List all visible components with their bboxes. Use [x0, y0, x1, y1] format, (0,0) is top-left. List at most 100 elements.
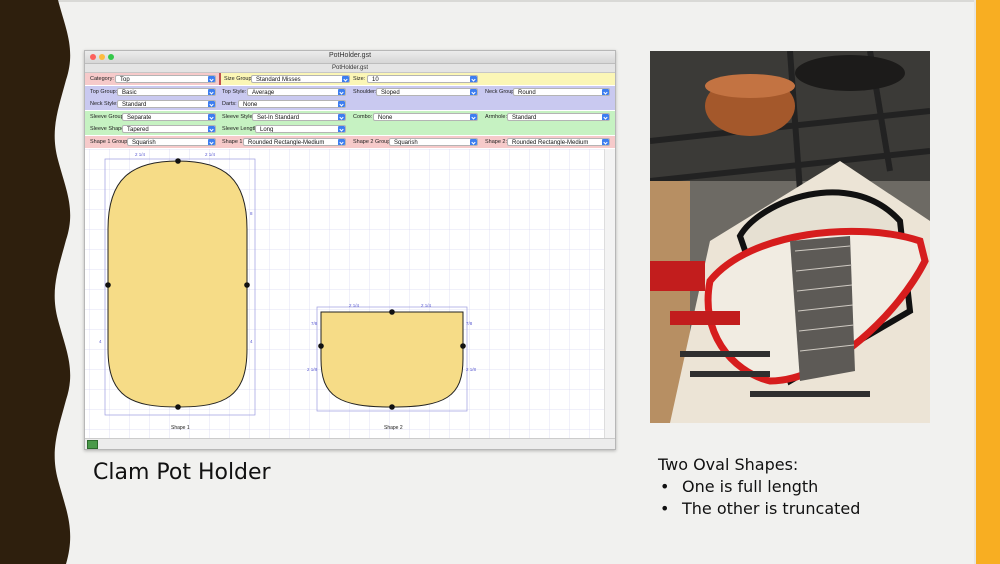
combo-value: None — [378, 115, 393, 121]
neck-group-label: Neck Group: — [485, 89, 516, 95]
chevron-down-icon — [470, 114, 477, 120]
size-group-select[interactable]: Standard Misses — [251, 75, 350, 83]
shape1-select[interactable]: Rounded Rectangle-Medium — [243, 138, 346, 146]
sleeve-length-label: Sleeve Length: — [222, 126, 259, 132]
shape2-group-select[interactable]: Squarish — [389, 138, 478, 146]
horizontal-scrollbar[interactable] — [85, 438, 615, 449]
chevron-down-icon — [338, 139, 345, 145]
shape1-label: Shape 1: — [222, 139, 245, 145]
control-point[interactable] — [175, 158, 181, 164]
armhole-select[interactable]: Standard — [507, 113, 610, 121]
chevron-down-icon — [208, 139, 215, 145]
size-value: 10 — [372, 77, 379, 83]
armhole-label: Armhole: — [485, 114, 508, 120]
chevron-down-icon — [602, 139, 609, 145]
top-group-select[interactable]: Basic — [117, 88, 216, 96]
neck-group-select[interactable]: Round — [513, 88, 610, 96]
size-group-label: Size Group: — [224, 76, 254, 82]
sleeve-group-select[interactable]: Separate — [122, 113, 216, 121]
top-rule — [0, 0, 1000, 2]
document-tab[interactable]: PotHolder.gst — [85, 64, 615, 72]
shape2-group-label: Shape 2 Group: — [353, 139, 392, 145]
dim-label: 2 1/4 — [349, 303, 360, 308]
chevron-down-icon — [208, 76, 215, 82]
sleeve-style-value: Set-In Standard — [257, 115, 300, 121]
chevron-down-icon — [602, 89, 609, 95]
shape1-group-value: Squarish — [132, 140, 156, 146]
row-sleeve-group: Sleeve Group: Separate Sleeve Style: Set… — [85, 111, 615, 123]
slide-notes: Two Oval Shapes: One is full length The … — [658, 454, 860, 520]
pattern-canvas[interactable]: 2 1/4 2 1/4 8 4 4 2 1/4 2 1/4 7/8 7/8 2 … — [85, 149, 605, 439]
control-point[interactable] — [460, 343, 466, 349]
chevron-down-icon — [208, 126, 215, 132]
tab-bar: PotHolder.gst — [85, 64, 615, 73]
control-point[interactable] — [105, 282, 111, 288]
dim-label: 4 — [250, 339, 253, 344]
dim-label: 7/8 — [466, 321, 473, 326]
top-style-select[interactable]: Average — [247, 88, 346, 96]
shape1-group-label: Shape 1 Group: — [90, 139, 129, 145]
control-point[interactable] — [318, 343, 324, 349]
chevron-down-icon — [338, 101, 345, 107]
size-select[interactable]: 10 — [367, 75, 478, 83]
shoulder-value: Sloped — [381, 90, 400, 96]
shape1-caption: Shape 1 — [171, 425, 190, 431]
vertical-scrollbar[interactable] — [604, 149, 615, 439]
neck-group-value: Round — [518, 90, 536, 96]
sleeve-shape-select[interactable]: Tapered — [122, 125, 216, 133]
sleeve-shape-label: Sleeve Shape: — [90, 126, 126, 132]
size-label: Size: — [353, 76, 366, 82]
window-titlebar[interactable]: PotHolder.gst — [85, 51, 615, 64]
notes-heading: Two Oval Shapes: — [658, 455, 799, 474]
sleeve-group-label: Sleeve Group: — [90, 114, 126, 120]
dim-label: 2 1/4 — [205, 152, 216, 157]
size-group-value: Standard Misses — [256, 77, 301, 83]
neck-style-value: Standard — [122, 102, 147, 108]
neck-style-select[interactable]: Standard — [117, 100, 216, 108]
row-shapes: Shape 1 Group: Squarish Shape 1: Rounded… — [85, 136, 615, 148]
row-category: Category: Top Size Group: Standard Misse… — [85, 73, 615, 85]
shoulder-label: Shoulder: — [353, 89, 377, 95]
chevron-down-icon — [338, 89, 345, 95]
darts-value: None — [243, 102, 258, 108]
control-point[interactable] — [244, 282, 250, 288]
top-group-label: Top Group: — [90, 89, 118, 95]
shoulder-select[interactable]: Sloped — [376, 88, 478, 96]
top-style-value: Average — [252, 90, 275, 96]
dim-label: 2 1/4 — [135, 152, 146, 157]
dim-label: 2 1/4 — [421, 303, 432, 308]
category-value: Top — [120, 77, 130, 83]
shape2-outline — [320, 311, 464, 408]
shape2-select[interactable]: Rounded Rectangle-Medium — [507, 138, 610, 146]
chevron-down-icon — [602, 114, 609, 120]
control-point[interactable] — [389, 309, 395, 315]
dim-label: 2 1/8 — [307, 367, 318, 372]
list-item: The other is truncated — [658, 498, 860, 520]
armhole-value: Standard — [512, 115, 537, 121]
pattern-drawing — [85, 149, 605, 439]
shape1-group-select[interactable]: Squarish — [127, 138, 216, 146]
status-button[interactable] — [87, 440, 98, 449]
control-point[interactable] — [175, 404, 181, 410]
sleeve-group-value: Separate — [127, 115, 152, 121]
dim-label: 2 1/8 — [466, 367, 477, 372]
row-top-group: Top Group: Basic Top Style: Average Shou… — [85, 86, 615, 98]
chevron-down-icon — [338, 126, 345, 132]
darts-select[interactable]: None — [238, 100, 346, 108]
app-window: PotHolder.gst PotHolder.gst Category: To… — [84, 50, 616, 450]
top-style-label: Top Style: — [222, 89, 247, 95]
slide-title: Clam Pot Holder — [93, 460, 271, 485]
accent-bar — [976, 0, 1000, 564]
list-item: One is full length — [658, 476, 860, 498]
chevron-down-icon — [338, 114, 345, 120]
category-select[interactable]: Top — [115, 75, 216, 83]
sleeve-length-select[interactable]: Long — [255, 125, 346, 133]
chevron-down-icon — [342, 76, 349, 82]
dim-label: 8 — [250, 211, 253, 216]
wavy-border — [0, 0, 71, 564]
dim-label: 4 — [99, 339, 102, 344]
sleeve-style-select[interactable]: Set-In Standard — [252, 113, 346, 121]
chevron-down-icon — [208, 101, 215, 107]
control-point[interactable] — [389, 404, 395, 410]
combo-select[interactable]: None — [373, 113, 478, 121]
